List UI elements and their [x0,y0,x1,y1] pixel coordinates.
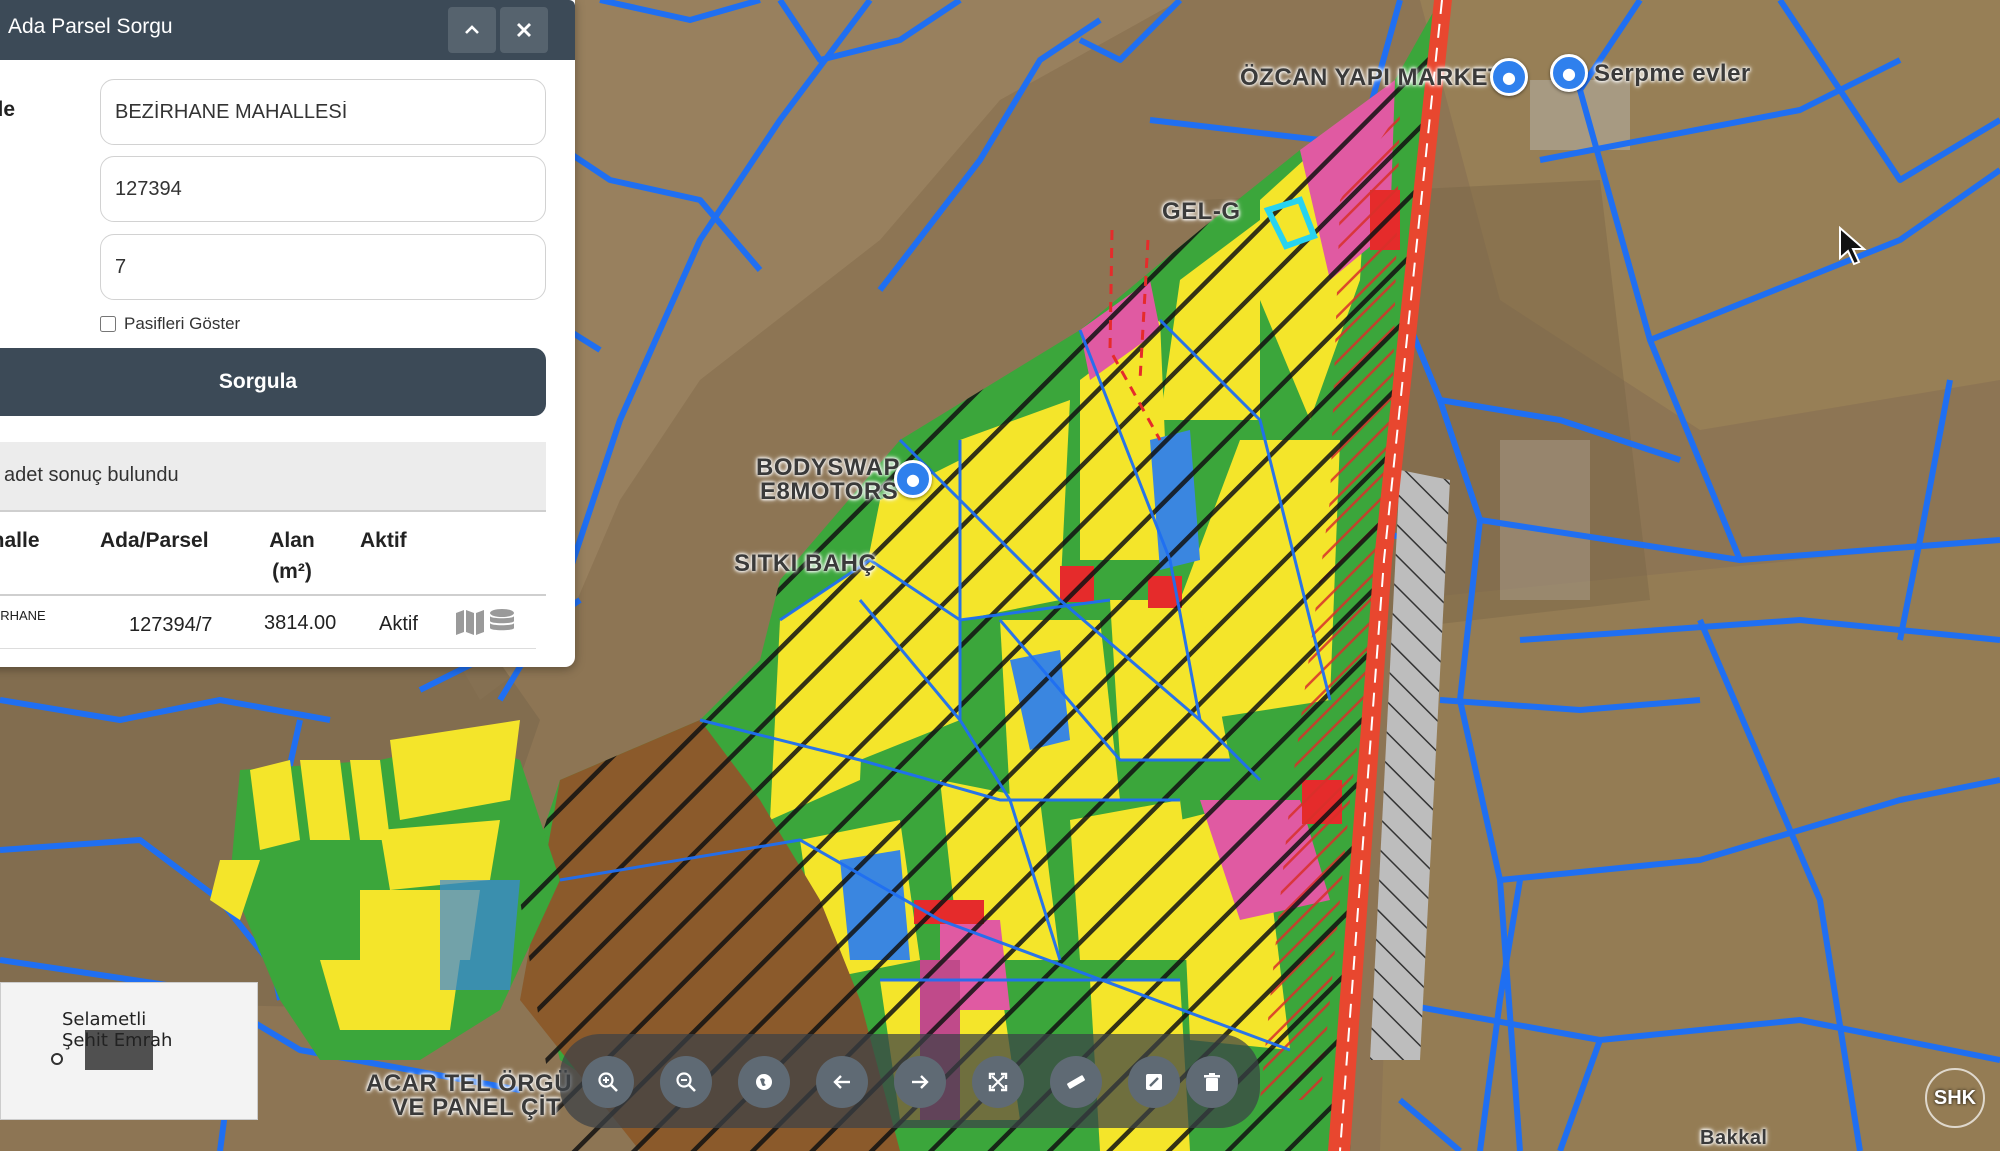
close-button[interactable] [500,7,548,53]
parsel-input[interactable] [100,234,546,300]
map-label-bodyswap-1: BODYSWAP [756,454,901,481]
minimap-marker [51,1053,63,1065]
map-label-acar-1: ACAR TEL ÖRGÜ [366,1070,573,1097]
col-header-alan-unit: (m²) [272,560,312,583]
edit-button[interactable] [1128,1056,1180,1108]
panel-header: Ada Parsel Sorgu [0,0,575,60]
ruler-icon [1067,1075,1085,1089]
trash-icon [1204,1073,1220,1091]
col-header-alan-label: Alan [269,529,315,552]
arrow-right-icon [912,1075,929,1089]
zoom-out-icon [676,1072,696,1092]
ada-parsel-panel: Ada Parsel Sorgu alle el Pasifleri Göste… [0,0,575,667]
pin-icon[interactable]: ● [1550,54,1588,92]
fullscreen-button[interactable] [972,1056,1024,1108]
map-toolbar [560,1034,1260,1128]
forward-button[interactable] [894,1056,946,1108]
ada-input[interactable] [100,156,546,222]
cell-alan: 3814.00 [264,612,337,634]
cursor-icon [1839,226,1867,266]
edit-icon [1146,1074,1162,1090]
col-header-alan: Alan (m²) [260,525,324,587]
map-label-sitki: SITKI BAHÇ [734,550,877,577]
col-header-aktif: Aktif [360,529,407,552]
back-button[interactable] [816,1056,868,1108]
measure-button[interactable] [1050,1056,1102,1108]
table-row[interactable]: EZİRHANE 127394/7 3814.00 Aktif [0,596,536,649]
delete-button[interactable] [1186,1056,1238,1108]
globe-button[interactable] [738,1056,790,1108]
zoom-in-icon [598,1072,618,1092]
collapse-button[interactable] [448,7,496,53]
minimap-label-sehit: Şehit Emrah [62,1030,173,1051]
minimap-label-selametli: Selametli [62,1009,147,1030]
sorgula-button[interactable]: Sorgula [0,348,546,416]
result-summary: adet sonuç bulundu [0,442,546,512]
cell-ada-parsel: 127394/7 [129,614,213,636]
result-text: adet sonuç bulundu [4,464,179,486]
pasif-row: Pasifleri Göster [100,314,240,334]
zoom-out-button[interactable] [660,1056,712,1108]
pasif-label: Pasifleri Göster [124,314,241,333]
col-header-ada-parsel: Ada/Parsel [100,529,209,552]
arrow-left-icon [833,1075,850,1089]
cell-mahalle: EZİRHANE [0,608,46,623]
minimap[interactable]: Selametli Şehit Emrah [0,982,258,1120]
chevron-up-icon [465,25,479,34]
pin-icon[interactable]: ● [894,460,932,498]
database-icon[interactable] [486,608,518,636]
fullscreen-icon [988,1072,1008,1092]
zoom-in-button[interactable] [582,1056,634,1108]
close-icon [517,23,531,37]
col-header-mahalle: ahalle [0,529,40,552]
cell-aktif: Aktif [379,613,418,635]
globe-icon [756,1074,772,1090]
map-label-serpme: Serpme evler [1594,60,1751,87]
map-label-acar-2: VE PANEL ÇİT [392,1094,562,1121]
map-label-bodyswap-2: E8MOTORS [760,478,899,505]
map-label-gelg: GEL-G [1162,198,1241,225]
map-label-bakkal: Bakkal [1700,1127,1768,1149]
mahalle-label: alle [0,98,16,121]
shk-logo: SHK [1925,1068,1985,1128]
map-label-ozcan: ÖZCAN YAPI MARKET [1240,64,1504,91]
pasif-checkbox[interactable] [100,316,116,332]
mahalle-input[interactable] [100,79,546,145]
map-icon[interactable] [454,608,486,636]
panel-title: Ada Parsel Sorgu [8,15,173,38]
pin-icon[interactable]: ● [1490,58,1528,96]
